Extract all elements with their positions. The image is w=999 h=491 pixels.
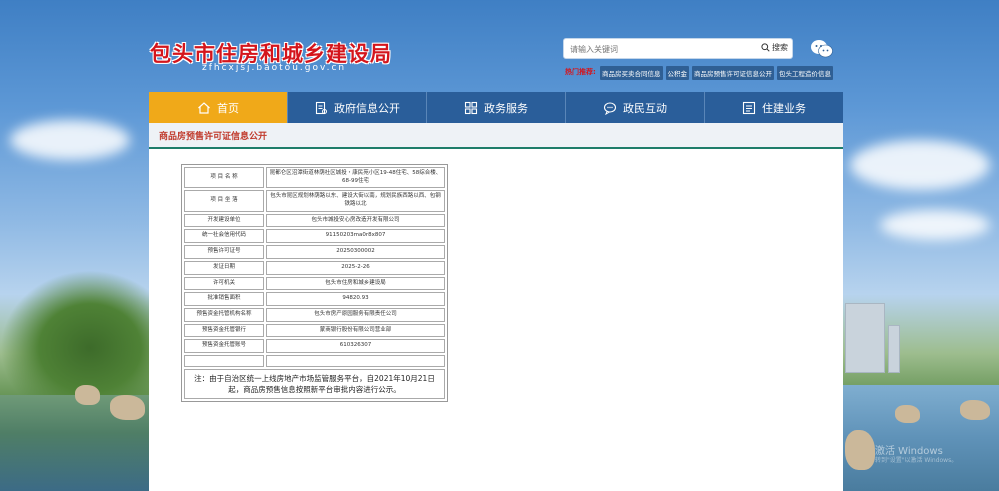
row-label: 预售资金托管账号: [184, 339, 264, 353]
search-button-label: 搜索: [772, 43, 788, 52]
background-rock: [960, 400, 990, 420]
row-value: 610326307: [266, 339, 445, 353]
row-label: 许可机关: [184, 276, 264, 291]
row-label: 项 目 坐 落: [184, 190, 264, 212]
row-value: 蒙商银行股份有限公司营业部: [266, 323, 445, 338]
table-row: 许可机关 包头市住房和城乡建设局: [184, 276, 445, 291]
table-row: 预售资金托管账号 610326307: [184, 339, 445, 353]
nav-item-home[interactable]: 首页: [149, 92, 288, 123]
main-nav: 首页 政府信息公开 政务服务 政民互动 住建业务: [149, 92, 843, 123]
table-row: 项 目 坐 落 包头市昆区规划林荫路以东、建设大街以南，规划民族西路以西、包钢铁…: [184, 190, 445, 212]
table-row: 项 目 名 称 昆都仑区沼潭街道林荫社区城投・康民苑小区19-48住宅、58综合…: [184, 167, 445, 189]
table-row: 注：由于自治区统一上线房地产市场监管服务平台，自2021年10月21日起，商品房…: [184, 368, 445, 400]
hot-link[interactable]: 商品房预售许可证信息公开: [692, 66, 774, 80]
hot-link[interactable]: 商品房买卖合同信息: [600, 66, 663, 80]
os-activation-hint: 转到"设置"以激活 Windows。: [875, 457, 958, 464]
nav-item-construction[interactable]: 住建业务: [705, 92, 843, 123]
row-label: [184, 354, 264, 367]
permit-table: 项 目 名 称 昆都仑区沼潭街道林荫社区城投・康民苑小区19-48住宅、58综合…: [181, 164, 448, 403]
table-row: 批准销售面积 94820.93: [184, 292, 445, 306]
nav-item-gov-info[interactable]: 政府信息公开: [288, 92, 427, 123]
search-box: 搜索: [563, 38, 793, 59]
row-label: 预售许可证号: [184, 245, 264, 259]
cloud: [850, 140, 990, 190]
main-content: 商品房预售许可证信息公开 项 目 名 称 昆都仑区沼潭街道林荫社区城投・康民苑小…: [149, 123, 843, 491]
list-icon: [742, 101, 756, 114]
section-title: 商品房预售许可证信息公开: [159, 131, 268, 142]
nav-item-label: 政务服务: [484, 101, 528, 115]
cloud: [10, 120, 130, 160]
row-value: [266, 354, 445, 367]
wechat-icon[interactable]: [810, 38, 834, 60]
search-input[interactable]: [570, 42, 750, 56]
document-icon: [315, 101, 327, 114]
table-row: [184, 354, 445, 367]
row-value: 94820.93: [266, 292, 445, 306]
nav-item-label: 住建业务: [762, 101, 806, 115]
background-rock: [845, 430, 875, 470]
chat-icon: [603, 101, 617, 115]
search-button[interactable]: 搜索: [761, 42, 788, 53]
table-row: 发证日期 2025-2-26: [184, 260, 445, 275]
nav-item-gov-service[interactable]: 政务服务: [427, 92, 566, 123]
hot-link[interactable]: 公积金: [665, 66, 689, 80]
home-icon: [198, 101, 210, 114]
row-label: 批准销售面积: [184, 292, 264, 306]
row-value: 包头市昆区规划林荫路以东、建设大街以南，规划民族西路以西、包钢铁路以北: [266, 190, 445, 212]
background-building: [845, 303, 885, 373]
site-domain: zfhcxjsj.baotou.gov.cn: [202, 63, 347, 73]
background-rock: [110, 395, 145, 420]
grid-icon: [464, 101, 478, 114]
table-row: 开发建设单位 包头市城投安心房改造开发有限公司: [184, 213, 445, 228]
cloud: [880, 210, 990, 240]
row-value: 包头市住房和城乡建设局: [266, 276, 445, 291]
background-rock: [895, 405, 920, 423]
row-label: 统一社会信用代码: [184, 229, 264, 244]
section-header: 商品房预售许可证信息公开: [149, 123, 843, 149]
row-label: 开发建设单位: [184, 213, 264, 228]
row-label: 项 目 名 称: [184, 167, 264, 189]
row-label: 预售资金托管机构名称: [184, 307, 264, 322]
row-label: 预售资金托管银行: [184, 323, 264, 338]
row-value: 包头市城投安心房改造开发有限公司: [266, 213, 445, 228]
row-label: 发证日期: [184, 260, 264, 275]
nav-item-label: 首页: [217, 101, 239, 115]
background-trees: [0, 270, 150, 400]
hot-links-label: 热门推荐:: [565, 68, 596, 76]
hot-links: 商品房买卖合同信息 公积金 商品房预售许可证信息公开 包头工程造价信息: [600, 66, 833, 80]
row-value: 91150203ma0r8x807: [266, 229, 445, 244]
table-row: 统一社会信用代码 91150203ma0r8x807: [184, 229, 445, 244]
nav-item-label: 政府信息公开: [334, 101, 400, 115]
background-building: [888, 325, 900, 373]
table-row: 预售资金托管银行 蒙商银行股份有限公司营业部: [184, 323, 445, 338]
row-value: 2025-2-26: [266, 260, 445, 275]
row-value: 20250300002: [266, 245, 445, 259]
row-value: 包头市房产原园服务有限责任公司: [266, 307, 445, 322]
background-rock: [75, 385, 100, 405]
table-row: 预售许可证号 20250300002: [184, 245, 445, 259]
table-row: 预售资金托管机构名称 包头市房产原园服务有限责任公司: [184, 307, 445, 322]
nav-item-label: 政民互动: [623, 101, 667, 115]
row-value: 昆都仑区沼潭街道林荫社区城投・康民苑小区19-48住宅、58综合楼、68-99住…: [266, 167, 445, 189]
table-note: 注：由于自治区统一上线房地产市场监管服务平台，自2021年10月21日起，商品房…: [184, 368, 445, 400]
hot-link[interactable]: 包头工程造价信息: [777, 66, 833, 80]
search-icon: [761, 43, 770, 52]
nav-item-interaction[interactable]: 政民互动: [566, 92, 705, 123]
